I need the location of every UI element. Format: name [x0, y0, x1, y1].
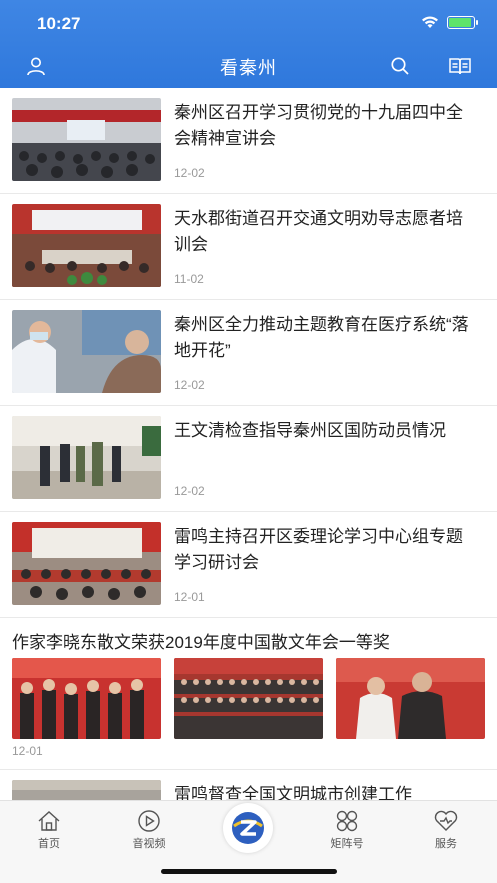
gallery-image	[12, 658, 161, 739]
tab-matrix[interactable]: 矩阵号	[307, 809, 387, 851]
nav-bar: 看秦州	[0, 44, 497, 88]
gallery-image	[174, 658, 323, 739]
heart-icon	[434, 810, 458, 831]
news-item[interactable]: 秦州区召开学习贯彻党的十九届四中全会精神宣讲会 12-02	[0, 88, 497, 194]
news-date: 12-02	[174, 484, 205, 498]
news-date: 11-02	[174, 272, 204, 286]
news-title: 王文清检查指导秦州区国防动员情况	[174, 421, 446, 440]
news-title: 秦州区召开学习贯彻党的十九届四中全会精神宣讲会	[174, 103, 463, 148]
news-thumbnail	[12, 310, 161, 393]
news-thumbnail	[12, 416, 161, 499]
status-bar: 10:27	[0, 0, 497, 44]
news-item[interactable]: 秦州区全力推动主题教育在医疗系统“落地开花” 12-02	[0, 300, 497, 406]
news-item[interactable]: 天水郡街道召开交通文明劝导志愿者培训会 11-02	[0, 194, 497, 300]
news-date: 12-01	[174, 590, 205, 604]
search-icon	[391, 57, 409, 75]
news-title: 秦州区全力推动主题教育在医疗系统“落地开花”	[174, 315, 469, 360]
news-title: 天水郡街道召开交通文明劝导志愿者培训会	[174, 209, 463, 254]
gallery-image	[336, 658, 485, 739]
news-item[interactable]: 王文清检查指导秦州区国防动员情况 12-02	[0, 406, 497, 512]
app-logo-icon	[232, 812, 264, 844]
news-date: 12-02	[174, 166, 205, 180]
status-icons	[421, 16, 478, 29]
news-thumbnail	[12, 522, 161, 605]
search-button[interactable]	[386, 52, 414, 80]
app-header: 10:27 看秦州	[0, 0, 497, 88]
page-title: 看秦州	[220, 58, 277, 78]
tab-home[interactable]: 首页	[9, 809, 89, 851]
gallery-item[interactable]: 作家李晓东散文荣获2019年度中国散文年会一等奖 12-01	[0, 618, 497, 770]
home-icon	[38, 811, 60, 831]
status-time: 10:27	[37, 14, 81, 33]
news-feed[interactable]: 秦州区召开学习贯彻党的十九届四中全会精神宣讲会 12-02 天水郡街道召开交通文…	[0, 88, 497, 800]
reader-button[interactable]	[446, 52, 474, 80]
news-item[interactable]: 雷鸣督查全国文明城市创建工作	[0, 770, 497, 800]
news-title: 雷鸣主持召开区委理论学习中心组专题学习研讨会	[174, 527, 463, 572]
news-item[interactable]: 雷鸣主持召开区委理论学习中心组专题学习研讨会 12-01	[0, 512, 497, 618]
tab-label: 矩阵号	[330, 838, 364, 850]
news-date: 12-01	[12, 744, 43, 758]
tab-label: 服务	[435, 838, 457, 850]
matrix-icon	[336, 810, 358, 832]
news-title: 雷鸣督查全国文明城市创建工作	[174, 785, 412, 800]
battery-icon	[447, 16, 478, 29]
tab-label: 音视频	[132, 838, 166, 850]
news-title: 作家李晓东散文荣获2019年度中国散文年会一等奖	[12, 633, 390, 652]
play-icon	[138, 810, 160, 832]
wifi-icon	[422, 16, 438, 28]
news-date: 12-02	[174, 378, 205, 392]
tab-service[interactable]: 服务	[406, 809, 486, 851]
news-thumbnail	[12, 98, 161, 181]
tab-video[interactable]: 音视频	[109, 809, 189, 851]
home-indicator	[161, 869, 337, 874]
news-thumbnail	[12, 780, 161, 800]
tab-label: 首页	[38, 838, 60, 850]
news-thumbnail	[12, 204, 161, 287]
tab-center-logo[interactable]	[223, 803, 273, 853]
reader-icon	[449, 58, 471, 75]
